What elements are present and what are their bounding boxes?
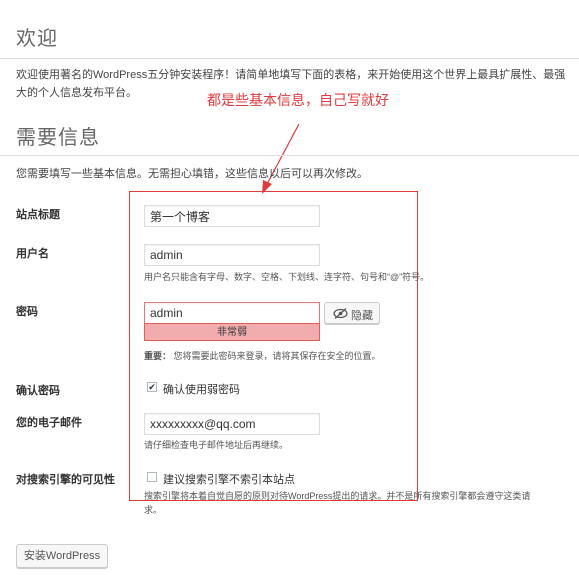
site-title-input[interactable] xyxy=(144,205,320,227)
password-input[interactable] xyxy=(144,302,320,324)
welcome-intro-line1: 欢迎使用著名的WordPress五分钟安装程序！请简单地填写下面的表格，来开始使… xyxy=(16,69,566,81)
search-visibility-note-line1: 搜索引擎将本着自觉自愿的原则对待WordPress提出的请求。并不是所有搜索引擎… xyxy=(144,491,531,501)
annotation-arrow xyxy=(262,123,300,194)
password-note: 重要： 您将需要此密码来登录，请将其保存在安全的位置。 xyxy=(144,349,381,363)
email-input[interactable] xyxy=(144,413,320,435)
checkmark-icon: ✔ xyxy=(148,382,156,392)
discourage-search-engines-checkbox[interactable] xyxy=(147,472,157,482)
site-title-label: 站点标题 xyxy=(16,209,60,221)
welcome-title: 欢迎 xyxy=(16,28,58,50)
email-label: 您的电子邮件 xyxy=(16,417,82,429)
eye-slash-icon xyxy=(333,308,348,319)
info-title: 需要信息 xyxy=(16,127,100,149)
username-input[interactable] xyxy=(144,244,320,266)
info-description: 您需要填写一些基本信息。无需担心填错，这些信息以后可以再次修改。 xyxy=(16,168,368,180)
hide-password-button[interactable]: 隐藏 xyxy=(324,302,380,324)
divider xyxy=(0,58,579,59)
search-visibility-note: 搜索引擎将本着自觉自愿的原则对待WordPress提出的请求。并不是所有搜索引擎… xyxy=(144,489,574,517)
search-visibility-label: 对搜索引擎的可见性 xyxy=(16,474,115,486)
annotation-text: 都是些基本信息，自己写就好 xyxy=(207,92,389,108)
hide-password-label: 隐藏 xyxy=(351,310,373,322)
discourage-search-engines-label: 建议搜索引擎不索引本站点 xyxy=(163,474,295,486)
install-wordpress-button[interactable]: 安装WordPress xyxy=(16,544,108,568)
confirm-weak-password-label: 确认使用弱密码 xyxy=(163,384,240,396)
username-label: 用户名 xyxy=(16,248,49,260)
password-note-important: 重要： xyxy=(144,351,172,361)
password-label: 密码 xyxy=(16,306,38,318)
password-note-text: 您将需要此密码来登录，请将其保存在安全的位置。 xyxy=(173,351,381,361)
username-hint: 用户名只能含有字母、数字、空格、下划线、连字符、句号和“@”符号。 xyxy=(144,272,430,282)
search-visibility-note-line2: 求。 xyxy=(144,505,163,515)
confirm-weak-password-checkbox[interactable]: ✔ xyxy=(147,382,157,392)
confirm-password-label: 确认密码 xyxy=(16,385,60,397)
annotation-box xyxy=(129,191,418,501)
password-strength-meter: 非常弱 xyxy=(144,323,320,341)
divider xyxy=(0,155,579,156)
email-hint: 请仔细检查电子邮件地址后再继续。 xyxy=(144,440,289,450)
